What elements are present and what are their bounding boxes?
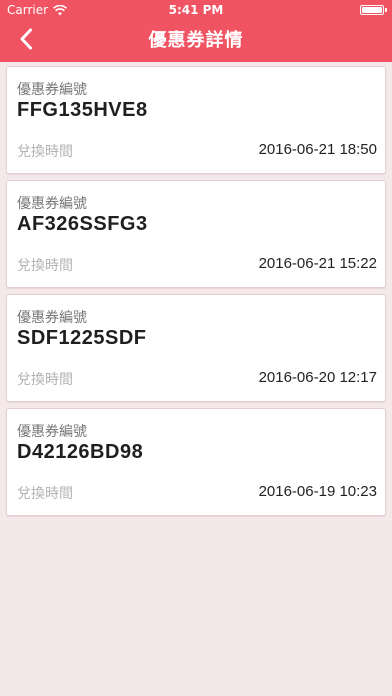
coupon-card[interactable]: 優惠券編號 D42126BD98 兌換時間 2016-06-19 10:23 (6, 408, 386, 516)
coupon-card[interactable]: 優惠券編號 FFG135HVE8 兌換時間 2016-06-21 18:50 (6, 66, 386, 174)
chevron-left-icon (19, 28, 33, 54)
coupon-card[interactable]: 優惠券編號 SDF1225SDF 兌換時間 2016-06-20 12:17 (6, 294, 386, 402)
nav-bar: 優惠券詳情 (0, 20, 392, 62)
redeem-time-label: 兌換時間 (17, 372, 73, 388)
redeem-time: 2016-06-21 15:22 (258, 255, 377, 272)
status-bar: Carrier 5:41 PM (0, 0, 392, 20)
redeem-time-label: 兌換時間 (17, 144, 73, 160)
redeem-time-label: 兌換時間 (17, 258, 73, 274)
page-title: 優惠券詳情 (148, 30, 244, 51)
battery-icon (360, 5, 387, 15)
coupon-number-label: 優惠券編號 (17, 424, 87, 440)
coupon-card[interactable]: 優惠券編號 AF326SSFG3 兌換時間 2016-06-21 15:22 (6, 180, 386, 288)
coupon-detail-screen: Carrier 5:41 PM 優惠券詳情 優惠券編號 FFG135HVE8 兌… (0, 0, 392, 696)
battery-level (362, 7, 382, 13)
back-button[interactable] (4, 20, 48, 62)
redeem-time-label: 兌換時間 (17, 486, 73, 502)
coupon-number-label: 優惠券編號 (17, 310, 87, 326)
coupon-number: SDF1225SDF (17, 327, 147, 349)
coupon-number: FFG135HVE8 (17, 99, 148, 121)
status-time: 5:41 PM (168, 3, 224, 17)
coupon-list: 優惠券編號 FFG135HVE8 兌換時間 2016-06-21 18:50 優… (6, 66, 386, 522)
redeem-time: 2016-06-20 12:17 (258, 369, 377, 386)
coupon-number-label: 優惠券編號 (17, 82, 87, 98)
header: Carrier 5:41 PM 優惠券詳情 (0, 0, 392, 62)
redeem-time: 2016-06-19 10:23 (258, 483, 377, 500)
coupon-number: D42126BD98 (17, 441, 144, 463)
redeem-time: 2016-06-21 18:50 (258, 141, 377, 158)
coupon-number: AF326SSFG3 (17, 213, 148, 235)
coupon-number-label: 優惠券編號 (17, 196, 87, 212)
